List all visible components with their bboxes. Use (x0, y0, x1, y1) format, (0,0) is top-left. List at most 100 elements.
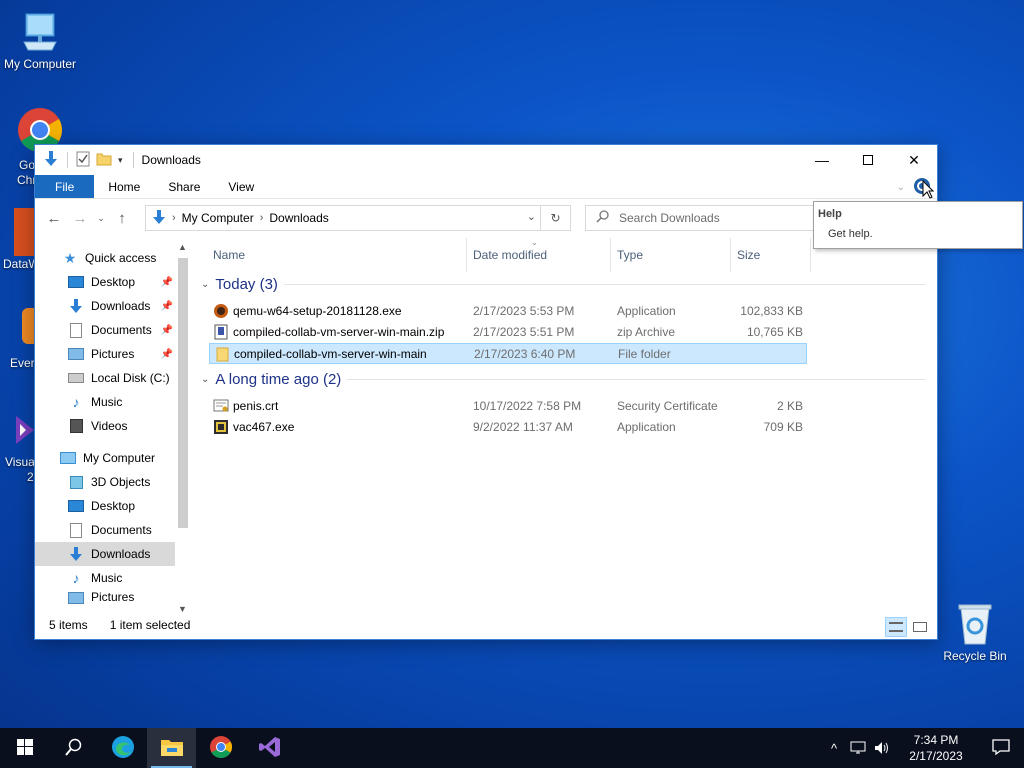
breadcrumb-my-computer[interactable]: My Computer (182, 211, 254, 225)
minimize-button[interactable]: — (799, 145, 845, 175)
downloads-arrow-icon (152, 209, 166, 228)
tab-share[interactable]: Share (154, 175, 214, 198)
forward-button[interactable]: → (69, 207, 91, 229)
nav-item-downloads[interactable]: Downloads 📌 (35, 294, 175, 318)
notifications-button[interactable] (978, 738, 1024, 758)
large-icons-view-button[interactable] (909, 617, 931, 637)
nav-item-desktop[interactable]: Desktop 📌 (35, 270, 175, 294)
everything-desktop-icon[interactable] (22, 308, 34, 344)
column-size[interactable]: Size (731, 238, 811, 272)
nav-my-computer[interactable]: My Computer (35, 446, 175, 470)
customize-dropdown-icon[interactable]: ▾ (118, 155, 123, 166)
file-date: 2/17/2023 5:51 PM (473, 325, 575, 339)
nav-item-videos[interactable]: Videos (35, 414, 175, 438)
file-name: vac467.exe (233, 420, 295, 434)
file-date: 10/17/2022 7:58 PM (473, 399, 582, 413)
visual-studio-desktop-icon[interactable] (14, 410, 36, 453)
file-type: File folder (618, 347, 671, 361)
refresh-button[interactable]: ↻ (540, 206, 570, 230)
recent-locations-button[interactable]: ⌄ (95, 207, 107, 229)
zip-archive-icon (213, 324, 229, 340)
title-bar[interactable]: ▾ Downloads — ✕ (35, 145, 937, 175)
details-view-icon (889, 622, 903, 632)
taskbar-visual-studio[interactable] (245, 728, 294, 768)
nav-item-documents-pc[interactable]: Documents (35, 518, 175, 542)
explorer-window: ▾ Downloads — ✕ File Home Share View ⌄ ←… (34, 144, 938, 640)
nav-label: Pictures (91, 347, 135, 361)
nav-item-pictures[interactable]: Pictures 📌 (35, 342, 175, 366)
volume-icon[interactable] (870, 741, 894, 755)
nav-item-3d-objects[interactable]: 3D Objects (35, 470, 175, 494)
nav-item-music[interactable]: ♪ Music (35, 390, 175, 414)
scrollbar-thumb[interactable] (178, 258, 188, 528)
network-icon[interactable] (846, 741, 870, 755)
application-icon (213, 419, 229, 435)
nav-item-downloads-pc[interactable]: Downloads (35, 542, 175, 566)
expand-ribbon-icon[interactable]: ⌄ (897, 182, 905, 193)
desktop-icon-recycle-bin[interactable]: Recycle Bin (935, 602, 1015, 663)
column-date[interactable]: Date modified ⌄ (467, 238, 611, 272)
nav-item-desktop-pc[interactable]: Desktop (35, 494, 175, 518)
downloads-arrow-icon (67, 546, 85, 562)
file-list: Name Date modified ⌄ Type Size ⌄ Today (3… (191, 238, 937, 611)
properties-icon[interactable] (76, 151, 90, 170)
datawrapper-desktop-icon[interactable] (14, 208, 34, 256)
scroll-up-icon[interactable]: ▲ (178, 242, 187, 252)
nav-item-documents[interactable]: Documents 📌 (35, 318, 175, 342)
chevron-down-icon: ⌄ (201, 279, 210, 290)
taskbar-chrome[interactable] (196, 728, 245, 768)
details-view-button[interactable] (885, 617, 907, 637)
up-button[interactable]: ↑ (111, 207, 133, 229)
nav-scrollbar[interactable]: ▲ ▼ (175, 238, 191, 618)
desktop-icon-label: 2 (27, 470, 34, 484)
nav-quick-access[interactable]: ★ Quick access (35, 246, 175, 270)
desktop-icon-my-computer[interactable]: My Computer (0, 10, 80, 71)
maximize-button[interactable] (845, 145, 891, 175)
divider (132, 152, 134, 168)
group-header-today[interactable]: ⌄ Today (3) (201, 276, 926, 293)
desktop-icon-label: Recycle Bin (943, 649, 1007, 663)
tab-file[interactable]: File (35, 175, 95, 198)
music-icon: ♪ (72, 570, 80, 586)
file-size: 102,833 KB (740, 304, 803, 318)
start-button[interactable] (0, 728, 49, 768)
taskbar: ^ 7:34 PM 2/17/2023 (0, 728, 1024, 768)
tab-view[interactable]: View (214, 175, 268, 198)
pin-icon: 📌 (160, 276, 173, 288)
address-bar[interactable]: › My Computer › Downloads ⌄ ↻ (145, 205, 571, 231)
nav-label: Music (91, 571, 123, 585)
sort-indicator-icon: ⌄ (531, 238, 538, 247)
nav-label: Pictures (91, 590, 135, 604)
file-row[interactable]: penis.crt 10/17/2022 7:58 PM Security Ce… (209, 396, 807, 417)
breadcrumb-downloads[interactable]: Downloads (269, 211, 328, 225)
group-label: A long time ago (2) (215, 371, 342, 388)
file-row[interactable]: compiled-collab-vm-server-win-main.zip 2… (209, 322, 807, 343)
up-arrow-icon: ↑ (118, 209, 126, 227)
group-header-long-ago[interactable]: ⌄ A long time ago (2) (201, 371, 926, 388)
show-hidden-icons-icon[interactable]: ^ (822, 741, 846, 756)
search-input[interactable]: Search Downloads (585, 205, 815, 231)
file-row[interactable]: vac467.exe 9/2/2022 11:37 AM Application… (209, 417, 807, 438)
file-row-selected[interactable]: compiled-collab-vm-server-win-main 2/17/… (209, 343, 807, 364)
close-button[interactable]: ✕ (891, 145, 937, 175)
clock[interactable]: 7:34 PM 2/17/2023 (894, 732, 978, 764)
nav-item-local-disk[interactable]: Local Disk (C:) (35, 366, 175, 390)
file-name: compiled-collab-vm-server-win-main.zip (233, 325, 445, 339)
mouse-cursor-icon (922, 179, 935, 203)
nav-item-music-pc[interactable]: ♪ Music (35, 566, 175, 590)
column-name[interactable]: Name (207, 238, 467, 272)
file-row[interactable]: qemu-w64-setup-20181128.exe 2/17/2023 5:… (209, 301, 807, 322)
new-folder-icon[interactable] (96, 152, 112, 169)
taskbar-file-explorer[interactable] (147, 728, 196, 768)
nav-item-pictures-pc[interactable]: Pictures (35, 590, 175, 604)
desktop-icon (67, 498, 85, 514)
search-button[interactable] (49, 728, 98, 768)
taskbar-edge[interactable] (98, 728, 147, 768)
address-dropdown-icon[interactable]: ⌄ (527, 210, 536, 223)
nav-label: Downloads (91, 547, 151, 561)
column-type[interactable]: Type (611, 238, 731, 272)
pictures-icon (67, 346, 85, 362)
tab-home[interactable]: Home (94, 175, 154, 198)
computer-icon (20, 10, 60, 54)
back-button[interactable]: ← (43, 207, 65, 229)
